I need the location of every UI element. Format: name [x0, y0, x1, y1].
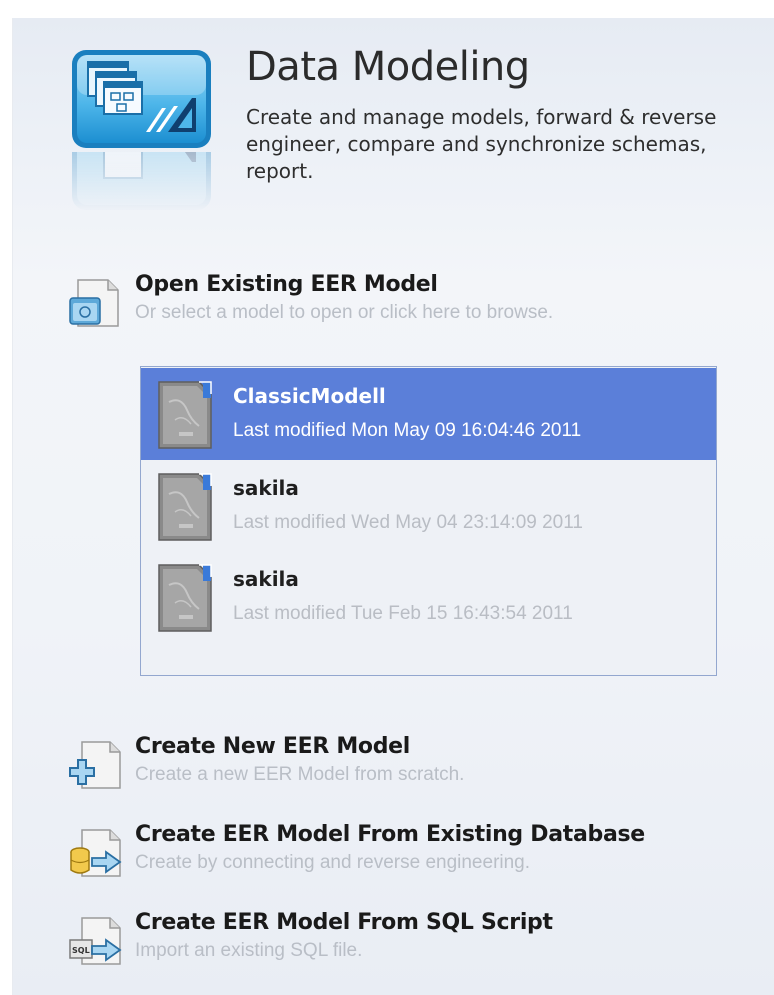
create-from-database-action[interactable]: Create EER Model From Existing Database … — [68, 822, 728, 882]
create-new-model-subtitle[interactable]: Create a new EER Model from scratch. — [135, 764, 464, 786]
open-model-subtitle[interactable]: Or select a model to open or click here … — [135, 302, 553, 324]
create-new-model-action[interactable]: Create New EER Model Create a new EER Mo… — [68, 734, 708, 794]
recent-models-list[interactable]: ClassicModell Last modified Mon May 09 1… — [140, 366, 717, 676]
data-modeling-icon — [72, 50, 211, 148]
database-arrow-icon — [70, 829, 122, 877]
model-item[interactable]: ClassicModell Last modified Mon May 09 1… — [141, 368, 716, 460]
new-model-plus-icon — [69, 741, 121, 789]
create-from-sql-script-action[interactable]: SQL Create EER Model From SQL Script Imp… — [68, 910, 708, 970]
model-modified-date: Last modified Tue Feb 15 16:43:54 2011 — [233, 603, 573, 624]
model-file-icon — [158, 381, 212, 449]
create-from-sql-script-subtitle[interactable]: Import an existing SQL file. — [135, 940, 362, 962]
model-modified-date: Last modified Mon May 09 16:04:46 2011 — [233, 420, 582, 441]
svg-text:SQL: SQL — [72, 946, 90, 955]
model-file-icon — [158, 473, 212, 541]
open-model-title[interactable]: Open Existing EER Model — [135, 272, 438, 297]
page-description: Create and manage models, forward & reve… — [246, 105, 717, 183]
model-name: sakila — [233, 567, 299, 591]
model-file-icon — [158, 564, 212, 632]
model-item[interactable]: sakila Last modified Wed May 04 23:14:09… — [141, 460, 716, 552]
create-from-database-subtitle[interactable]: Create by connecting and reverse enginee… — [135, 852, 530, 874]
create-from-database-title[interactable]: Create EER Model From Existing Database — [135, 822, 645, 847]
create-new-model-title[interactable]: Create New EER Model — [135, 734, 410, 759]
open-folder-document-icon — [69, 279, 119, 327]
sql-script-arrow-icon: SQL — [69, 917, 122, 965]
model-name: sakila — [233, 476, 299, 500]
create-from-sql-script-title[interactable]: Create EER Model From SQL Script — [135, 910, 553, 935]
data-modeling-icon-reflection — [70, 152, 213, 212]
page-title: Data Modeling — [246, 44, 530, 90]
model-item[interactable]: sakila Last modified Tue Feb 15 16:43:54… — [141, 551, 716, 643]
open-existing-model-action[interactable]: Open Existing EER Model Or select a mode… — [68, 272, 708, 332]
model-modified-date: Last modified Wed May 04 23:14:09 2011 — [233, 512, 583, 533]
model-name: ClassicModell — [233, 384, 386, 408]
